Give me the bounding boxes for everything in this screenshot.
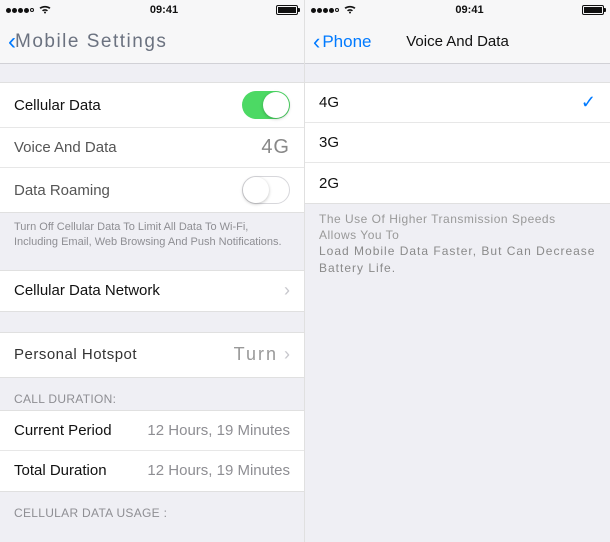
row-label: Data Roaming (14, 182, 110, 199)
cellular-data-network-row[interactable]: Cellular Data Network › (0, 271, 304, 311)
option-3g-row[interactable]: 3G (305, 123, 610, 163)
status-time: 09:41 (150, 4, 178, 16)
data-roaming-toggle[interactable] (242, 176, 290, 204)
row-label: 2G (319, 175, 339, 192)
row-value: Turn (234, 344, 278, 365)
status-bar: 09:41 (0, 0, 304, 20)
row-value: 12 Hours, 19 Minutes (147, 422, 290, 439)
checkmark-icon: ✓ (581, 92, 596, 113)
settings-left-pane: 09:41 ‹ Mobile Settings Cellular Data Vo… (0, 0, 305, 542)
nav-title: Voice And Data (406, 33, 509, 50)
voice-and-data-row[interactable]: Voice And Data 4G (0, 128, 304, 168)
option-2g-row[interactable]: 2G (305, 163, 610, 203)
row-label: Personal Hotspot (14, 346, 137, 363)
call-duration-header: CALL DURATION: (0, 378, 304, 410)
cellular-data-footer: Turn Off Cellular Data To Limit All Data… (0, 213, 304, 250)
current-period-row: Current Period 12 Hours, 19 Minutes (0, 411, 304, 451)
cellular-usage-header: CELLULAR DATA USAGE : (0, 492, 304, 524)
row-value: 12 Hours, 19 Minutes (147, 462, 290, 479)
chevron-right-icon: › (284, 344, 290, 365)
cellular-data-toggle[interactable] (242, 91, 290, 119)
wifi-icon (343, 4, 357, 17)
row-value: 4G (261, 136, 290, 159)
back-label: Phone (322, 32, 371, 52)
battery-icon (582, 5, 604, 15)
signal-dots-icon (6, 8, 34, 13)
wifi-icon (38, 4, 52, 17)
row-label: 3G (319, 134, 339, 151)
status-time: 09:41 (455, 4, 483, 16)
row-label: Cellular Data Network (14, 282, 160, 299)
total-duration-row: Total Duration 12 Hours, 19 Minutes (0, 451, 304, 491)
row-label: Total Duration (14, 462, 107, 479)
cellular-data-row[interactable]: Cellular Data (0, 83, 304, 128)
option-4g-row[interactable]: 4G ✓ (305, 83, 610, 123)
battery-icon (276, 5, 298, 15)
transmission-footer: The Use Of Higher Transmission Speeds Al… (305, 204, 610, 276)
row-label: Voice And Data (14, 139, 117, 156)
back-button[interactable]: ‹ Mobile Settings (8, 30, 167, 54)
chevron-right-icon: › (284, 280, 290, 301)
status-bar: 09:41 (305, 0, 610, 20)
back-button[interactable]: ‹ Phone (313, 31, 372, 53)
chevron-left-icon: ‹ (313, 31, 320, 53)
row-label: Current Period (14, 422, 112, 439)
nav-bar: ‹ Phone Voice And Data (305, 20, 610, 64)
row-label: Cellular Data (14, 97, 101, 114)
settings-right-pane: 09:41 ‹ Phone Voice And Data 4G ✓ 3G 2G … (305, 0, 610, 542)
data-roaming-row[interactable]: Data Roaming (0, 168, 304, 212)
row-label: 4G (319, 94, 339, 111)
nav-bar: ‹ Mobile Settings (0, 20, 304, 64)
signal-dots-icon (311, 8, 339, 13)
nav-title: Mobile Settings (15, 31, 167, 53)
personal-hotspot-row[interactable]: Personal Hotspot Turn › (0, 333, 304, 377)
